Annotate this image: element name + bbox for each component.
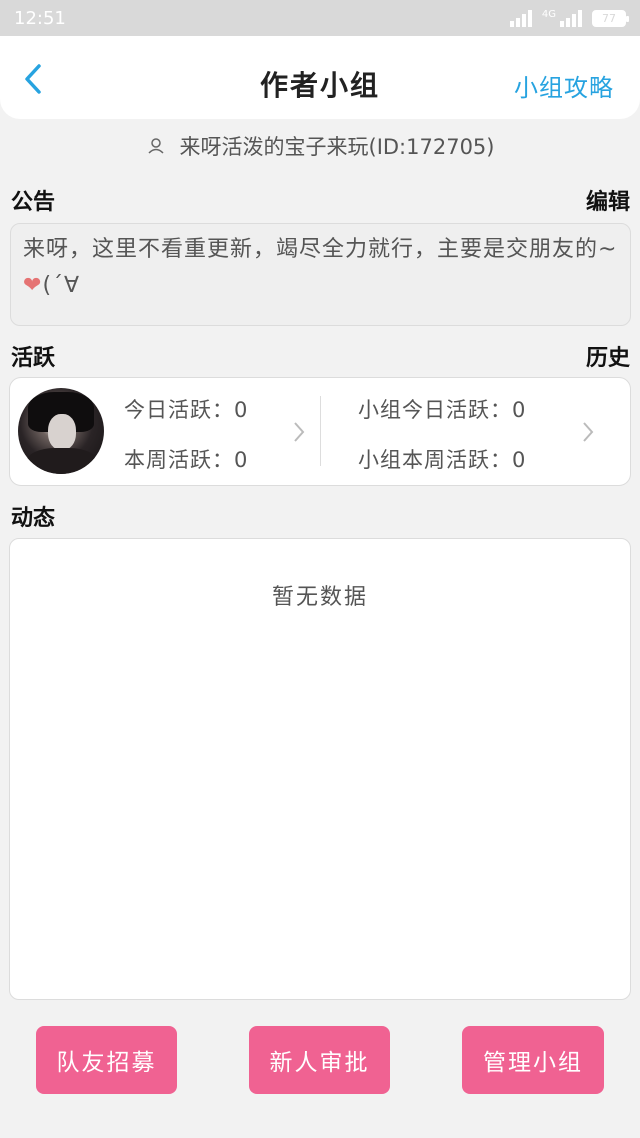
today-activity: 今日活跃：0	[124, 398, 249, 422]
battery-level: 77	[602, 11, 616, 25]
activity-card: 今日活跃：0 本周活跃：0 小组今日活跃：0 小组本周活跃：0	[9, 377, 631, 486]
group-today-activity: 小组今日活跃：0	[358, 398, 527, 422]
signal-icon-2	[560, 9, 582, 27]
network-type: 4G	[541, 9, 556, 20]
avatar[interactable]	[18, 388, 104, 474]
manage-group-button[interactable]: 管理小组	[462, 1026, 604, 1094]
empty-state-text: 暂无数据	[271, 585, 368, 610]
nav-bar: 作者小组 小组攻略	[0, 36, 640, 119]
divider	[320, 396, 321, 466]
week-activity: 本周活跃：0	[124, 448, 249, 472]
status-icons: 4G 77	[509, 9, 629, 27]
chevron-right-icon-2[interactable]	[581, 420, 595, 444]
recruit-button[interactable]: 队友招募	[36, 1026, 177, 1094]
status-bar: 12:51 4G 77	[0, 0, 640, 36]
notice-emoji-tail: (´∀	[42, 273, 81, 298]
group-guide-link[interactable]: 小组攻略	[514, 68, 614, 103]
group-week-activity: 小组本周活跃：0	[358, 448, 527, 472]
group-owner-row: 来呀活泼的宝子来玩(ID:172705)	[0, 128, 640, 164]
approve-button[interactable]: 新人审批	[249, 1026, 390, 1094]
signal-icon	[509, 9, 532, 27]
notice-title: 公告	[11, 190, 56, 215]
status-time: 12:51	[14, 7, 66, 29]
battery-icon: 77	[592, 9, 629, 27]
notice-content: 来呀，这里不看重更新，竭尽全力就行，主要是交朋友的~ ❤(´∀	[10, 223, 631, 326]
heart-icon: ❤	[23, 273, 43, 298]
edit-button[interactable]: 编辑	[586, 184, 630, 216]
feed-list: 暂无数据	[9, 538, 631, 1000]
history-button[interactable]: 历史	[586, 340, 630, 372]
owner-name: 来呀活泼的宝子来玩(ID:172705)	[179, 135, 495, 159]
user-icon	[147, 138, 164, 154]
chevron-right-icon[interactable]	[292, 420, 306, 444]
activity-title: 活跃	[11, 346, 56, 371]
feed-title: 动态	[11, 506, 56, 531]
notice-text: 来呀，这里不看重更新，竭尽全力就行，主要是交朋友的~	[23, 237, 618, 262]
